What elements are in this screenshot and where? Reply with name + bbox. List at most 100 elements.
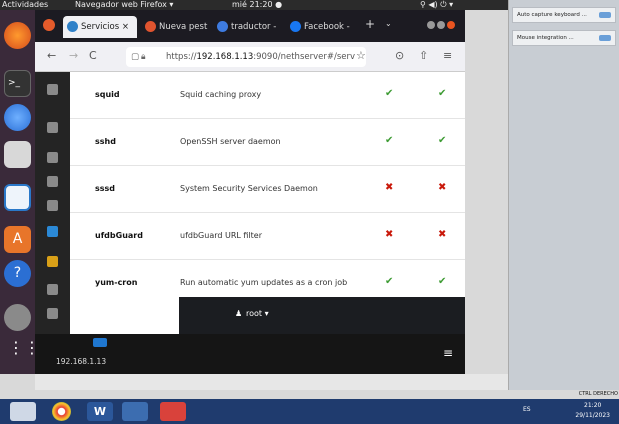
tab-servicios[interactable]: Servicios × [63, 16, 137, 38]
service-description: System Security Services Daemon [180, 184, 318, 193]
table-row[interactable]: squid Squid caching proxy ✔ ✔ [70, 72, 465, 119]
tab-list-icon[interactable]: ⌄ [385, 19, 392, 28]
running-cross-icon: ✖ [438, 229, 447, 240]
running-check-icon: ✔ [438, 276, 447, 287]
chrome-icon[interactable] [52, 402, 71, 421]
back-icon[interactable]: ← [47, 49, 56, 62]
windows-taskbar: W ES 21:20 29/11/2023 [0, 399, 619, 424]
url-host: 192.168.1.13 [196, 52, 254, 62]
service-name: ufdbGuard [95, 231, 143, 240]
services-nav-icon[interactable] [47, 226, 58, 237]
cockpit-sidebar [35, 72, 70, 334]
firefox-view-icon[interactable] [43, 19, 55, 31]
ubuntu-top-bar: Actividades Navegador web Firefox ▾ mié … [0, 0, 508, 10]
url-prefix: https:// [166, 52, 197, 62]
extensions-icon[interactable]: ⇧ [419, 49, 428, 62]
running-check-icon: ✔ [438, 88, 447, 99]
running-check-icon: ✔ [438, 135, 447, 146]
disk-icon[interactable] [4, 304, 31, 331]
bookmark-star-icon[interactable]: ☆ [356, 49, 366, 62]
reload-icon[interactable]: C [89, 49, 97, 62]
tab-label: traductor - [231, 22, 277, 32]
enabled-check-icon: ✔ [385, 88, 394, 99]
thunderbird-icon[interactable] [4, 104, 31, 131]
mouse-integration-option[interactable]: Mouse integration ... [512, 30, 616, 46]
tab-label: Facebook - [304, 22, 350, 32]
enabled-cross-icon: ✖ [385, 229, 394, 240]
shield-icon[interactable]: ▢ [131, 47, 139, 67]
ubuntu-dock: >_ A ? ⋮⋮ [0, 10, 40, 374]
clock-date: 29/11/2023 [575, 412, 610, 419]
hamburger-menu-icon[interactable]: ≡ [443, 346, 453, 360]
app-menu[interactable]: Navegador web Firefox ▾ [75, 0, 173, 10]
nav-item-icon[interactable] [47, 308, 58, 319]
service-description: ufdbGuard URL filter [180, 231, 263, 240]
software-center-icon[interactable]: A [4, 226, 31, 253]
nav-item-icon[interactable] [47, 256, 58, 267]
tab-favicon-icon [217, 21, 228, 32]
start-icon[interactable] [10, 402, 36, 421]
show-apps-icon[interactable]: ⋮⋮ [8, 338, 40, 358]
files-icon[interactable] [4, 141, 31, 168]
taskbar-app-icon[interactable] [160, 402, 186, 421]
minimize-icon[interactable] [427, 21, 435, 29]
host-key-label: CTRL DERECHO [578, 391, 618, 397]
url-bar[interactable]: ▢ 🔒︎ https://192.168.1.13:9090/nethserve… [126, 47, 366, 67]
writer-icon[interactable] [4, 184, 31, 211]
window-gap [35, 374, 508, 390]
nav-item-icon[interactable] [47, 284, 58, 295]
tab-favicon-icon [145, 21, 156, 32]
vm-status-strip: CTRL DERECHO [509, 390, 619, 399]
user-menu[interactable]: root ▾ [246, 309, 269, 318]
server-icon[interactable] [93, 338, 107, 347]
forward-icon[interactable]: → [69, 49, 78, 62]
table-row[interactable]: sshd OpenSSH server daemon ✔ ✔ [70, 119, 465, 166]
tab-nueva-pestana[interactable]: Nueva pest [141, 16, 211, 38]
maximize-icon[interactable] [437, 21, 445, 29]
service-name: squid [95, 90, 120, 99]
running-cross-icon: ✖ [438, 182, 447, 193]
taskbar-clock[interactable]: 21:20 29/11/2023 [575, 401, 610, 421]
lock-icon[interactable]: 🔒︎ [141, 47, 146, 67]
clock[interactable]: mié 21:20 ● [232, 0, 282, 10]
nav-item-icon[interactable] [47, 200, 58, 211]
option-label: Mouse integration ... [517, 35, 574, 41]
virtualbox-icon[interactable] [122, 402, 148, 421]
system-tray[interactable]: ⚲ ◀) ⏻ ▾ [420, 0, 453, 10]
service-description: Run automatic yum updates as a cron job [180, 278, 348, 287]
activities-button[interactable]: Actividades [2, 0, 48, 10]
nav-item-icon[interactable] [47, 176, 58, 187]
new-tab-button[interactable]: + [365, 17, 375, 31]
browser-nav-bar: ← → C ▢ 🔒︎ https://192.168.1.13:9090/net… [35, 42, 465, 72]
close-icon[interactable] [447, 21, 455, 29]
enabled-check-icon: ✔ [385, 135, 394, 146]
url-rest: :9090/nethserver#/serv [253, 52, 356, 62]
word-icon[interactable]: W [87, 402, 113, 421]
toggle-icon[interactable] [599, 35, 611, 41]
browser-tab-bar: Servicios × Nueva pest traductor - Faceb… [35, 10, 465, 42]
service-description: OpenSSH server daemon [180, 137, 281, 146]
nav-item-icon[interactable] [47, 152, 58, 163]
enabled-check-icon: ✔ [385, 276, 394, 287]
tab-facebook[interactable]: Facebook - [286, 16, 358, 38]
cockpit-bottom-bar: 192.168.1.13 ≡ [35, 334, 465, 374]
terminal-icon[interactable]: >_ [4, 70, 31, 97]
tab-traductor[interactable]: traductor - [213, 16, 283, 38]
app-menu-icon[interactable]: ≡ [443, 49, 452, 62]
service-name: yum-cron [95, 278, 138, 287]
nav-item-icon[interactable] [47, 122, 58, 133]
auto-capture-keyboard-option[interactable]: Auto capture keyboard ... [512, 7, 616, 23]
option-label: Auto capture keyboard ... [517, 12, 587, 18]
help-icon[interactable]: ? [4, 260, 31, 287]
language-indicator[interactable]: ES [523, 406, 531, 413]
service-description: Squid caching proxy [180, 90, 262, 99]
toggle-icon[interactable] [599, 12, 611, 18]
table-row[interactable]: ufdbGuard ufdbGuard URL filter ✖ ✖ [70, 213, 465, 260]
nav-item-icon[interactable] [47, 84, 58, 95]
table-row[interactable]: sssd System Security Services Daemon ✖ ✖ [70, 166, 465, 213]
host-address[interactable]: 192.168.1.13 [56, 357, 106, 366]
user-icon: ♟ [235, 309, 243, 318]
pocket-icon[interactable]: ⊙ [395, 49, 404, 62]
services-table: squid Squid caching proxy ✔ ✔ sshd OpenS… [70, 72, 465, 334]
firefox-icon[interactable] [4, 22, 31, 49]
